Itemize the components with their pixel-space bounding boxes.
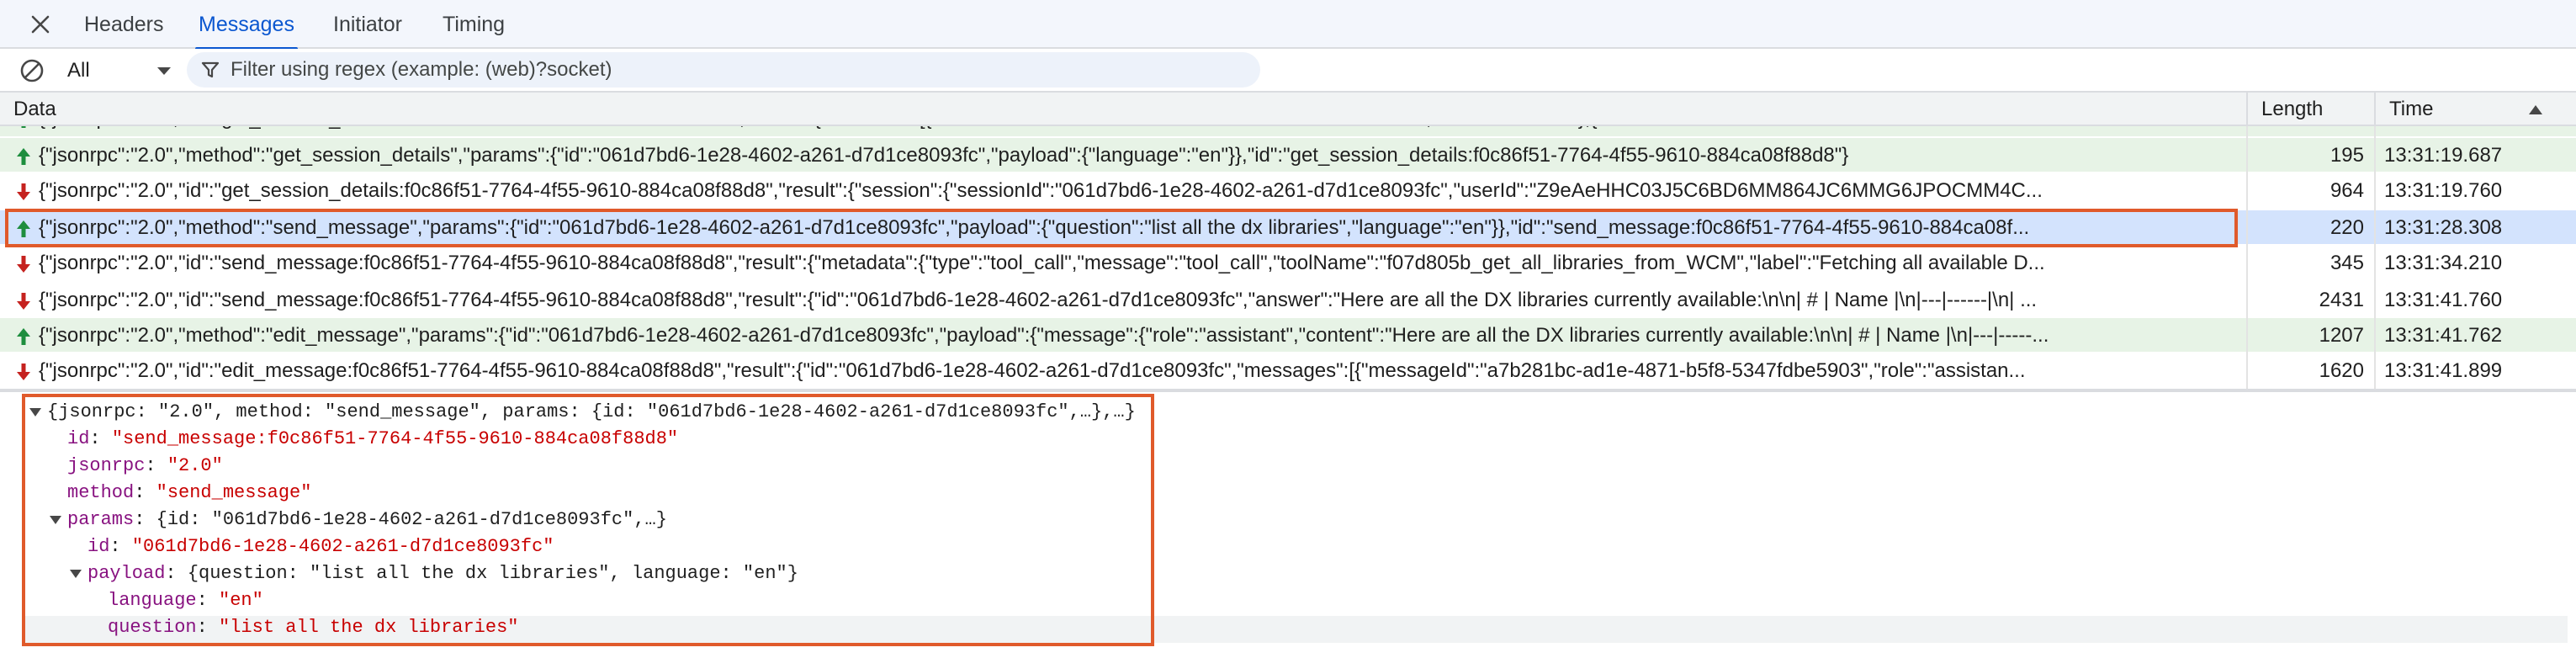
message-row[interactable]: {"jsonrpc":"2.0","id":"get_session_list:… — [0, 126, 2576, 138]
message-length: 195 — [2330, 144, 2364, 167]
message-data: {"jsonrpc":"2.0","method":"edit_message"… — [39, 324, 2049, 347]
filter-icon — [201, 61, 220, 78]
column-header-time-label: Time — [2389, 98, 2434, 120]
filter-input[interactable] — [231, 52, 1240, 88]
message-row-selected[interactable]: {"jsonrpc":"2.0","method":"send_message"… — [0, 210, 2576, 246]
received-arrow-icon — [17, 293, 30, 310]
received-arrow-icon — [17, 183, 30, 200]
message-type-select[interactable]: All — [67, 56, 177, 86]
message-time: 13:31:19.687 — [2384, 144, 2503, 167]
message-length: 2431 — [2319, 289, 2364, 311]
message-length: 220 — [2330, 216, 2364, 239]
message-data: {"jsonrpc":"2.0","id":"send_message:f0c8… — [39, 252, 2045, 274]
tree-node-question[interactable]: question: "list all the dx libraries" — [108, 614, 519, 641]
sort-ascending-icon[interactable] — [2527, 103, 2544, 116]
message-time: 13:31:41.762 — [2384, 324, 2503, 347]
message-data: {"jsonrpc":"2.0","id":"edit_message:f0c8… — [39, 359, 2026, 382]
message-data: {"jsonrpc":"2.0","method":"send_message"… — [39, 216, 2030, 239]
tab-initiator[interactable]: Initiator — [333, 0, 402, 49]
message-row[interactable]: {"jsonrpc":"2.0","id":"send_message:f0c8… — [0, 283, 2576, 318]
tree-value: "061d7bd6-1e28-4602-a261-d7d1ce8093fc" — [131, 536, 554, 557]
message-length: 345 — [2330, 252, 2364, 274]
close-panel-button[interactable] — [25, 9, 56, 40]
tree-key: id — [67, 428, 90, 449]
tree-key: params — [67, 509, 135, 530]
message-length: 1207 — [2319, 324, 2364, 347]
message-type-value: All — [67, 59, 90, 82]
received-arrow-icon — [17, 256, 30, 273]
filter-bar: All — [0, 49, 2576, 93]
tree-node-language[interactable]: language: "en" — [108, 587, 263, 614]
expanded-triangle-icon[interactable] — [47, 507, 64, 533]
message-data: {"jsonrpc":"2.0","method":"get_session_d… — [39, 144, 1849, 167]
tree-node-method[interactable]: method: "send_message" — [67, 480, 311, 507]
tree-node-id[interactable]: id: "send_message:f0c86f51-7764-4f55-961… — [67, 426, 678, 453]
message-data: {"jsonrpc":"2.0","id":"get_session_detai… — [39, 179, 2043, 202]
column-header-data[interactable]: Data — [0, 93, 2246, 126]
message-row[interactable]: {"jsonrpc":"2.0","id":"edit_message:f0c8… — [0, 353, 2576, 389]
message-time: 13:31:19.760 — [2384, 179, 2503, 202]
column-header-data-label: Data — [13, 98, 56, 120]
tree-key: question — [108, 617, 197, 638]
tab-headers[interactable]: Headers — [84, 0, 164, 49]
message-length: 384 — [2250, 126, 2364, 136]
sent-arrow-icon — [17, 148, 30, 165]
column-divider — [2246, 126, 2248, 389]
tree-value: "list all the dx libraries" — [219, 617, 519, 638]
tree-node-jsonrpc[interactable]: jsonrpc: "2.0" — [67, 453, 223, 480]
tree-key: id — [87, 536, 110, 557]
tree-key: jsonrpc — [67, 455, 146, 476]
tree-node-params-id[interactable]: id: "061d7bd6-1e28-4602-a261-d7d1ce8093f… — [87, 533, 554, 560]
message-row[interactable]: {"jsonrpc":"2.0","method":"edit_message"… — [0, 318, 2576, 353]
column-header-length[interactable]: Length — [2248, 93, 2374, 126]
sent-arrow-icon — [17, 220, 30, 237]
close-icon — [31, 15, 50, 34]
clear-messages-icon[interactable] — [19, 57, 45, 84]
tree-root-preview: {jsonrpc: "2.0", method: "send_message",… — [47, 401, 1136, 422]
received-arrow-icon — [17, 363, 30, 380]
tree-key: language — [108, 590, 197, 611]
message-time: 13:31:19.303 — [2384, 126, 2569, 136]
tree-value: "2.0" — [167, 455, 223, 476]
message-data: {"jsonrpc":"2.0","id":"send_message:f0c8… — [39, 289, 2038, 311]
message-row[interactable]: {"jsonrpc":"2.0","id":"send_message:f0c8… — [0, 246, 2576, 281]
message-data: {"jsonrpc":"2.0","id":"get_session_list:… — [39, 126, 2234, 136]
tree-preview: {question: "list all the dx libraries", … — [187, 563, 798, 584]
tree-value: "send_message" — [156, 482, 312, 503]
tree-preview: {id: "061d7bd6-1e28-4602-a261-d7d1ce8093… — [156, 509, 667, 530]
tree-key: method — [67, 482, 135, 503]
column-header-length-label: Length — [2261, 98, 2324, 120]
tab-timing[interactable]: Timing — [443, 0, 505, 49]
column-divider — [2374, 126, 2376, 389]
expanded-triangle-icon[interactable] — [27, 399, 44, 426]
message-length: 964 — [2330, 179, 2364, 202]
sent-arrow-icon — [17, 328, 30, 345]
tree-key: payload — [87, 563, 166, 584]
message-length: 1620 — [2319, 359, 2364, 382]
caret-down-icon — [157, 67, 171, 75]
message-time: 13:31:41.760 — [2384, 289, 2503, 311]
filter-field — [187, 52, 1260, 88]
column-header-time[interactable]: Time — [2376, 93, 2576, 126]
sent-arrow-icon — [21, 126, 26, 128]
expanded-triangle-icon[interactable] — [67, 560, 84, 587]
message-time: 13:31:34.210 — [2384, 252, 2503, 274]
message-detail-pane: {jsonrpc: "2.0", method: "send_message",… — [0, 392, 2576, 658]
message-time: 13:31:41.899 — [2384, 359, 2503, 382]
tree-value: "send_message:f0c86f51-7764-4f55-9610-88… — [111, 428, 679, 449]
messages-table: Data Length Time {"jsonrpc":"2.0","id":"… — [0, 93, 2576, 389]
tab-bar: Headers Messages Initiator Timing — [0, 0, 2576, 50]
tab-messages[interactable]: Messages — [195, 0, 298, 50]
message-row[interactable]: {"jsonrpc":"2.0","id":"get_session_detai… — [0, 173, 2576, 209]
table-header: Data Length Time — [0, 93, 2576, 126]
message-row[interactable]: {"jsonrpc":"2.0","method":"get_session_d… — [0, 138, 2576, 173]
message-time: 13:31:28.308 — [2384, 216, 2503, 239]
tree-value: "en" — [219, 590, 263, 611]
